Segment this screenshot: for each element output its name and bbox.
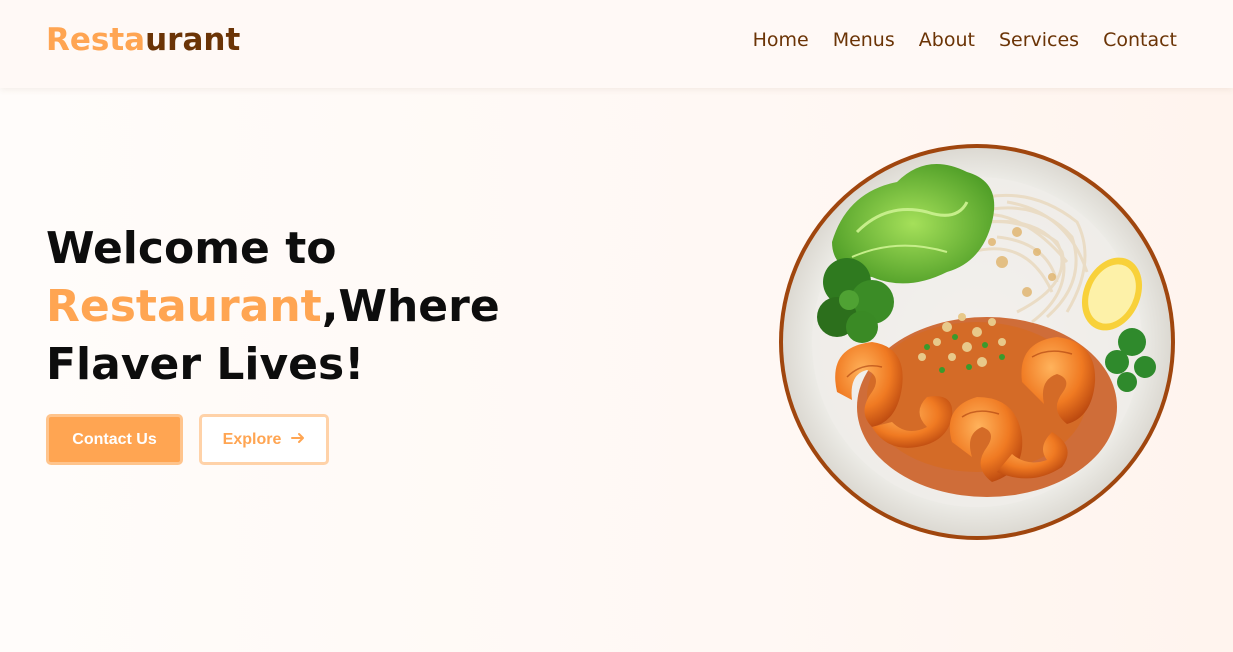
brand-logo[interactable]: Restaurant [46, 20, 240, 60]
hero-actions: Contact Us Explore [46, 414, 329, 465]
hero-accent-word: Restaurant [46, 281, 322, 332]
nav-link-services[interactable]: Services [999, 28, 1079, 52]
contact-us-button[interactable]: Contact Us [46, 414, 183, 465]
logo-part-accent: Resta [46, 22, 146, 58]
nav-link-home[interactable]: Home [753, 28, 809, 52]
hero-line-3: Flaver Lives! [46, 339, 365, 390]
contact-us-label: Contact Us [72, 430, 157, 448]
plate-of-shrimp-noodles-image [777, 142, 1177, 542]
logo-part-dark: urant [145, 22, 241, 58]
hero-line-2-rest: ,Where [321, 281, 500, 332]
hero-heading: Welcome to Restaurant,Where Flaver Lives… [46, 220, 566, 394]
explore-button[interactable]: Explore [199, 414, 329, 465]
hero-line-1: Welcome to [46, 223, 337, 274]
main-navigation: Home Menus About Services Contact [753, 28, 1177, 52]
nav-link-menus[interactable]: Menus [833, 28, 895, 52]
explore-label: Explore [222, 430, 282, 448]
top-navbar: Restaurant Home Menus About Services Con… [0, 0, 1233, 88]
nav-link-contact[interactable]: Contact [1103, 28, 1177, 52]
nav-link-about[interactable]: About [919, 28, 975, 52]
arrow-right-icon [291, 431, 305, 449]
